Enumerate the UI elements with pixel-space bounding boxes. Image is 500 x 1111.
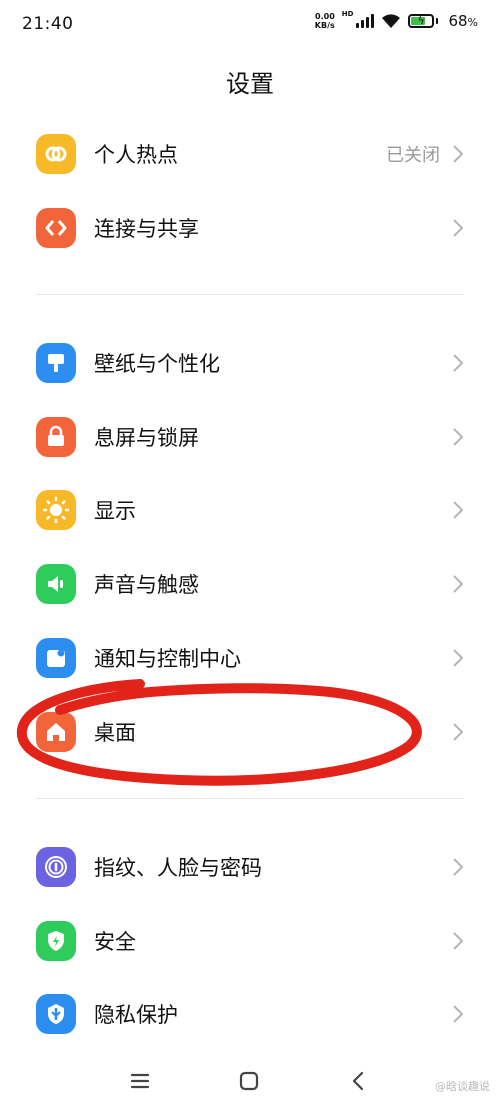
charging-icon: ϟ [417,14,425,27]
fingerprint-icon [36,847,76,887]
chevron-right-icon [453,649,464,667]
notification-icon [36,638,76,678]
sun-icon [36,490,76,530]
lock-icon [36,417,76,457]
chevron-right-icon [453,575,464,593]
settings-item-display[interactable]: 显示 [0,478,500,542]
settings-item-fingerprint[interactable]: 指纹、人脸与密码 [0,835,500,899]
square-icon[interactable] [236,1068,262,1094]
chevron-right-icon [453,219,464,237]
battery-percent: 68% [448,12,478,30]
home-icon [36,712,76,752]
settings-item-label: 连接与共享 [94,217,199,241]
chevron-right-icon [453,858,464,876]
chevron-right-icon [453,723,464,741]
settings-item-label: 息屏与锁屏 [94,426,199,450]
section-divider [36,798,464,799]
menu-icon[interactable] [127,1068,153,1094]
section-divider [36,294,464,295]
chevron-right-icon [453,932,464,950]
back-icon[interactable] [345,1068,371,1094]
share-icon [36,208,76,248]
settings-item-label: 通知与控制中心 [94,647,241,671]
chevron-right-icon [453,428,464,446]
status-indicators: 0.00 KB/s HD ϟ 68% [315,10,478,30]
settings-item-label: 隐私保护 [94,1003,178,1027]
settings-item-connection[interactable]: 连接与共享 [0,196,500,260]
wallpaper-icon [36,343,76,383]
status-time: 21:40 [22,14,74,34]
settings-item-label: 显示 [94,499,136,523]
network-speed-unit: KB/s [314,21,335,30]
settings-item-sound[interactable]: 声音与触感 [0,552,500,616]
settings-item-label: 安全 [94,930,136,954]
network-speed-value: 0.00 [315,12,335,21]
privacy-icon [36,994,76,1034]
watermark: @晗谈趣说 [435,1080,490,1093]
settings-item-security[interactable]: 安全 [0,909,500,973]
shield-icon [36,921,76,961]
chevron-right-icon [453,354,464,372]
hd-label: HD [341,10,354,18]
settings-item-lockscreen[interactable]: 息屏与锁屏 [0,405,500,469]
navigation-bar [0,1050,500,1111]
chevron-right-icon [453,145,464,163]
chevron-right-icon [453,1005,464,1023]
settings-item-label: 桌面 [94,721,136,745]
settings-item-label: 声音与触感 [94,573,199,597]
settings-item-label: 个人热点 [94,143,178,167]
settings-item-label: 壁纸与个性化 [94,352,220,376]
network-speed: 0.00 KB/s [315,12,335,30]
settings-item-privacy[interactable]: 隐私保护 [0,982,500,1046]
wifi-icon [382,14,401,28]
page-title: 设置 [226,70,274,98]
signal-icon [356,14,375,28]
speaker-icon [36,564,76,604]
chevron-right-icon [453,501,464,519]
battery-icon: ϟ [408,14,439,28]
hotspot-icon [36,134,76,174]
settings-item-wallpaper[interactable]: 壁纸与个性化 [0,331,500,395]
status-bar: 21:40 0.00 KB/s HD ϟ 68% [0,0,500,50]
settings-item-desktop[interactable]: 桌面 [0,700,500,764]
settings-item-label: 指纹、人脸与密码 [94,856,262,880]
hotspot-status: 已关闭 [386,145,440,166]
settings-item-hotspot[interactable]: 个人热点 已关闭 [0,122,500,186]
settings-item-notifications[interactable]: 通知与控制中心 [0,626,500,690]
